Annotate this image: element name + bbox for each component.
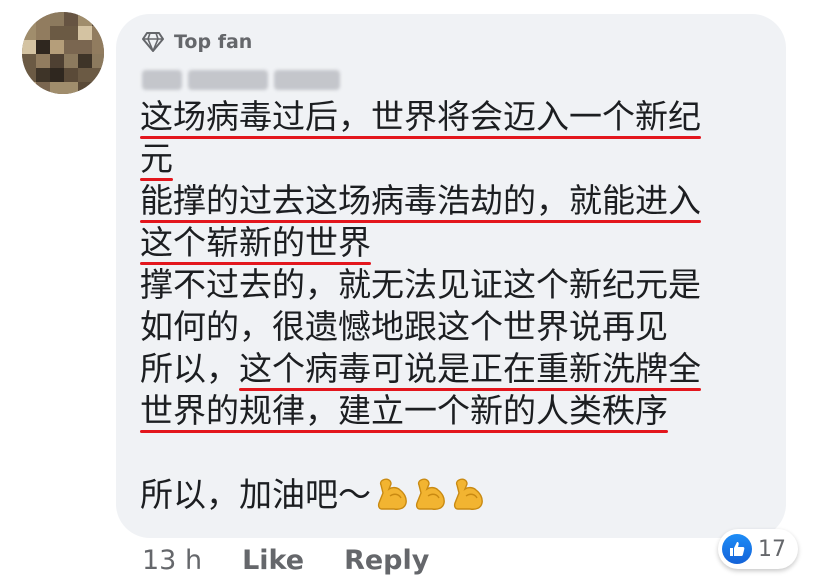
author-name-blurred[interactable] (142, 66, 342, 94)
avatar-pixel (92, 54, 104, 68)
avatar-pixel (36, 54, 50, 68)
avatar-pixel (64, 12, 78, 26)
top-fan-badge: Top fan (142, 28, 252, 56)
avatar[interactable] (22, 12, 104, 94)
blurred-name-part (188, 70, 268, 90)
avatar-pixel (22, 40, 36, 54)
highlighted-text: 元 (140, 139, 173, 178)
avatar-pixel (22, 26, 36, 40)
highlighted-text: 能撑的过去这场病毒浩劫的，就能进入 (140, 181, 701, 220)
avatar-pixel (78, 54, 92, 68)
comment-line: 如何的，很遗憾地跟这个世界说再见 (140, 307, 668, 346)
blurred-name-part (142, 70, 182, 90)
avatar-pixel (50, 82, 64, 94)
avatar-pixel (22, 68, 36, 82)
comment-line: 这个崭新的世界 (140, 222, 780, 264)
avatar-pixel (78, 26, 92, 40)
avatar-pixel (92, 82, 104, 94)
avatar-pixel (92, 26, 104, 40)
comment-text: 这场病毒过后，世界将会迈入一个新纪 元 能撑的过去这场病毒浩劫的，就能进入 这个… (140, 96, 780, 516)
avatar-pixel (50, 12, 64, 26)
avatar-pixel (50, 54, 64, 68)
avatar-pixel (50, 26, 64, 40)
flexed-biceps-icon (377, 478, 407, 510)
flexed-biceps-icon (415, 478, 445, 510)
avatar-pixel (36, 26, 50, 40)
diamond-icon (142, 32, 164, 52)
comment-line: 世界的规律，建立一个新的人类秩序 (140, 390, 780, 432)
comment-line: 能撑的过去这场病毒浩劫的，就能进入 (140, 180, 780, 222)
avatar-pixel (78, 68, 92, 82)
blurred-name-part (274, 70, 340, 90)
emoji-group (375, 476, 487, 512)
avatar-pixel (50, 68, 64, 82)
comment-screenshot: Top fan 这场病毒过后，世界将会迈入一个新纪 元 能撑的过去这场病毒浩劫的… (0, 0, 828, 586)
avatar-pixel (92, 40, 104, 54)
avatar-pixel (78, 82, 92, 94)
avatar-pixel (36, 68, 50, 82)
timestamp[interactable]: 13 h (142, 545, 202, 576)
avatar-pixel (50, 40, 64, 54)
avatar-pixel (22, 82, 36, 94)
avatar-pixel (64, 68, 78, 82)
like-icon (722, 534, 752, 564)
avatar-pixel (64, 26, 78, 40)
badge-label: Top fan (174, 31, 253, 53)
highlighted-text: 这场病毒过后，世界将会迈入一个新纪 (140, 97, 701, 136)
reply-button[interactable]: Reply (344, 545, 429, 576)
highlighted-text: 世界的规律，建立一个新的人类秩序 (140, 391, 668, 430)
avatar-pixel (64, 54, 78, 68)
comment-actions: 13 h Like Reply (142, 545, 429, 576)
avatar-pixel (78, 40, 92, 54)
comment-line: 这场病毒过后，世界将会迈入一个新纪 (140, 96, 780, 138)
avatar-pixel (92, 68, 104, 82)
comment-line: 所以，加油吧～ (140, 474, 780, 516)
avatar-pixel (36, 40, 50, 54)
highlighted-text: 这个崭新的世界 (140, 223, 371, 262)
reaction-count: 17 (758, 536, 786, 562)
avatar-pixel (22, 54, 36, 68)
comment-line: 元 (140, 138, 780, 180)
comment-line: 所以，这个病毒可说是正在重新洗牌全 (140, 348, 780, 390)
reaction-summary[interactable]: 17 (718, 529, 798, 569)
avatar-pixel (22, 12, 36, 26)
avatar-pixel (92, 12, 104, 26)
avatar-pixel (78, 12, 92, 26)
avatar-pixel (64, 82, 78, 94)
avatar-pixel (36, 82, 50, 94)
plain-text: 所以，加油吧～ (140, 475, 371, 514)
avatar-pixel (64, 40, 78, 54)
highlighted-text: 这个病毒可说是正在重新洗牌全 (239, 349, 701, 388)
avatar-pixel (36, 12, 50, 26)
comment-line: 撑不过去的，就无法见证这个新纪元是 (140, 265, 701, 304)
like-button[interactable]: Like (242, 545, 304, 576)
plain-text: 所以， (140, 349, 239, 388)
flexed-biceps-icon (453, 478, 483, 510)
